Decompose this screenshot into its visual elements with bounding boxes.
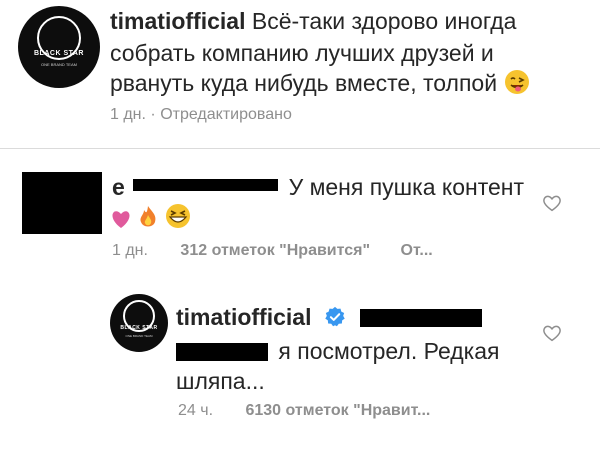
comment-emojis xyxy=(110,202,191,236)
caption-line-2: собрать компанию лучших друзей и xyxy=(110,40,494,66)
comment-meta: 1 дн. 312 отметок "Нравится" От... xyxy=(112,242,433,260)
pink-heart-emoji xyxy=(110,206,132,236)
caption-line-1: timatiofficial Всё-таки здорово иногда xyxy=(110,6,516,36)
reply-text: я посмотрел. Редкая xyxy=(278,338,500,364)
edited-label: · Отредактировано xyxy=(150,106,292,123)
avatar-brand-text: BLACK STAR xyxy=(34,50,84,57)
avatar-sub-text: ONE BRAND TEAM xyxy=(125,334,153,338)
reply-line-3: шляпа... xyxy=(176,368,265,394)
reply-meta: 24 ч. 6130 отметок "Нравит... xyxy=(178,402,430,420)
reply-line-1: timatiofficial xyxy=(176,302,483,332)
heart-icon[interactable] xyxy=(542,194,562,212)
grinning-squinting-face-emoji xyxy=(165,203,191,236)
timestamp: 1 дн. xyxy=(112,242,148,259)
avatar[interactable]: BLACK STAR ONE BRAND TEAM xyxy=(18,6,100,88)
likes-count-link[interactable]: 6130 отметок "Нравит... xyxy=(245,402,430,419)
username-link[interactable]: e xyxy=(112,174,125,200)
caption-line-3: рвануть куда нибудь вместе, толпой xyxy=(110,68,531,102)
fire-emoji xyxy=(138,205,158,236)
likes-count-link[interactable]: 312 отметок "Нравится" xyxy=(180,242,370,259)
avatar-redaction xyxy=(22,172,102,234)
heart-icon[interactable] xyxy=(542,324,562,342)
comment: e У меня пушка контент 1 дн. 312 отметок… xyxy=(0,150,600,280)
face-with-tongue-emoji xyxy=(503,69,531,102)
verified-badge-icon xyxy=(325,306,345,327)
username-link[interactable]: timatiofficial xyxy=(176,304,311,330)
caption-meta: 1 дн. · Отредактировано xyxy=(110,106,292,124)
avatar-brand-text: BLACK STAR xyxy=(120,325,158,331)
caption-comment: BLACK STAR ONE BRAND TEAM timatiofficial… xyxy=(0,0,600,150)
divider xyxy=(0,148,600,149)
reply-line-2: я посмотрел. Редкая xyxy=(176,336,500,366)
reply-comment: BLACK STAR ONE BRAND TEAM timatiofficial… xyxy=(0,290,600,450)
avatar-sub-text: ONE BRAND TEAM xyxy=(41,62,77,67)
username-redaction xyxy=(133,179,279,191)
timestamp: 1 дн. xyxy=(110,106,146,123)
username-link[interactable]: timatiofficial xyxy=(110,8,245,34)
comment-text: У меня пушка контент xyxy=(288,174,525,200)
caption-text: Всё-таки здорово иногда xyxy=(251,8,517,34)
comment-line-1: e У меня пушка контент xyxy=(112,172,524,202)
reply-button[interactable]: От... xyxy=(401,242,433,259)
mention-redaction xyxy=(360,309,483,327)
mention-redaction xyxy=(176,343,268,361)
timestamp: 24 ч. xyxy=(178,402,214,419)
caption-text: рвануть куда нибудь вместе, толпой xyxy=(110,70,498,96)
avatar[interactable]: BLACK STAR ONE BRAND TEAM xyxy=(110,294,168,352)
